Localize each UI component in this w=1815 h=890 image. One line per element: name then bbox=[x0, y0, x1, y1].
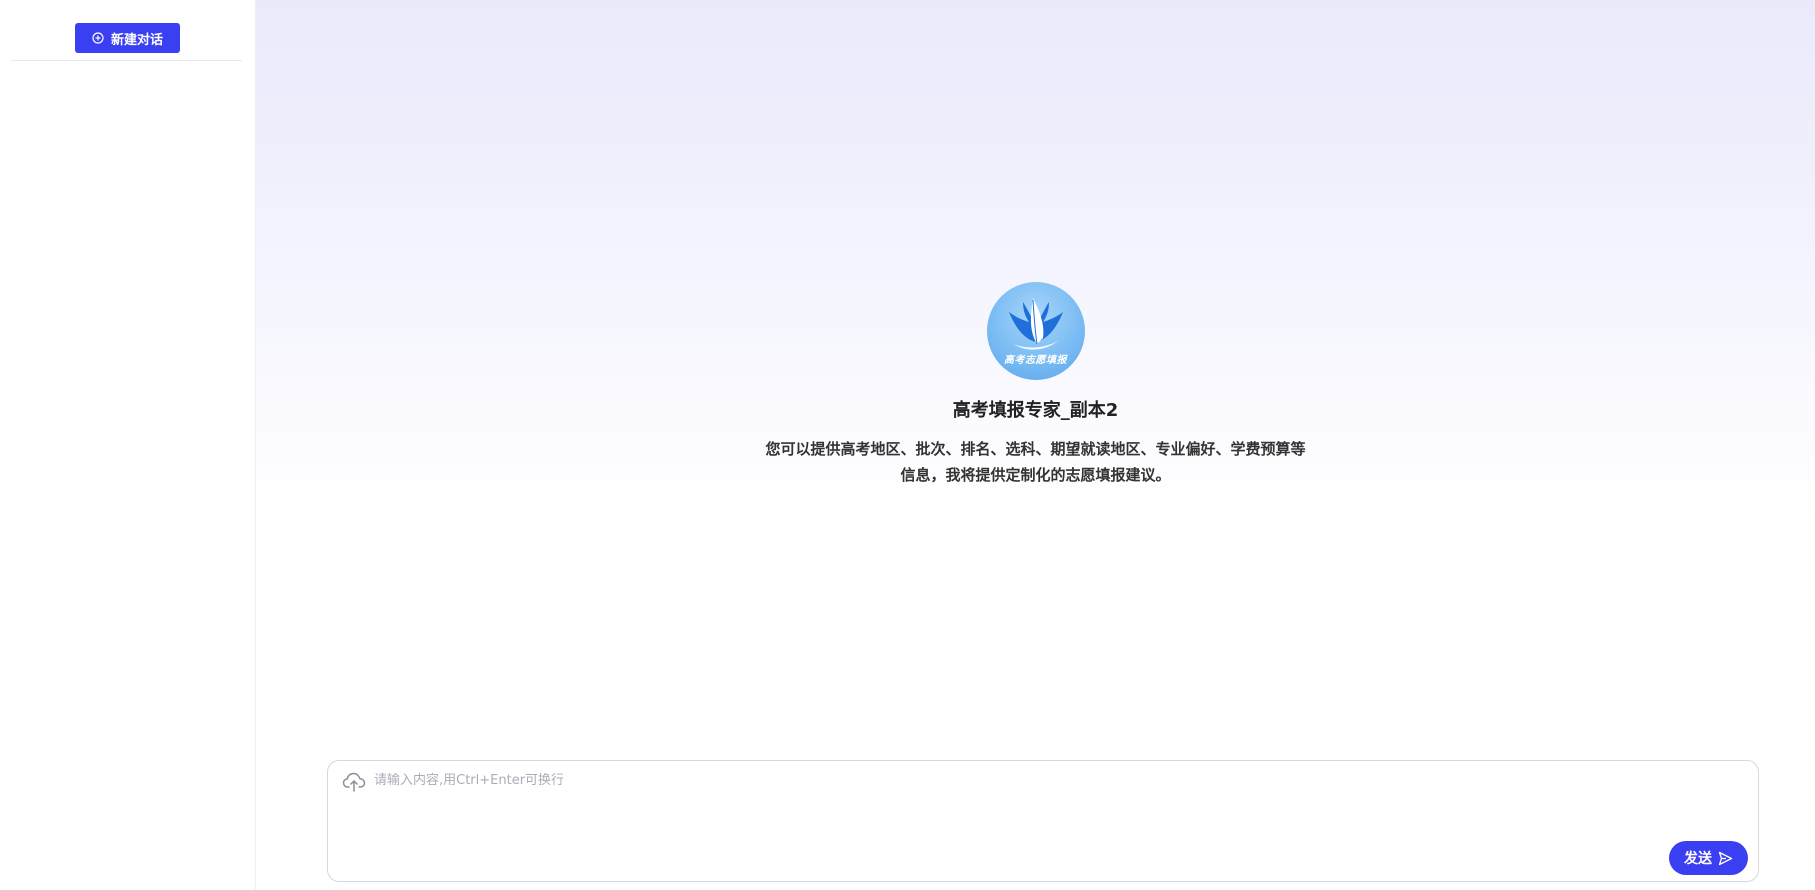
app-root: 新建对话 高考志愿填报 高考填报专家_副本2 您可以提供高考地区、批次、排名、选… bbox=[0, 0, 1815, 890]
new-chat-label: 新建对话 bbox=[110, 31, 163, 47]
send-button[interactable]: 发送 bbox=[1669, 841, 1748, 875]
agent-description: 您可以提供高考地区、批次、排名、选科、期望就读地区、专业偏好、学费预算等信息，我… bbox=[765, 440, 1306, 484]
cloud-upload-icon[interactable] bbox=[342, 771, 366, 793]
message-composer: 发送 bbox=[327, 760, 1759, 882]
agent-logo: 高考志愿填报 bbox=[986, 282, 1085, 380]
send-arrow-icon bbox=[1718, 851, 1733, 866]
logo-text: 高考志愿填报 bbox=[1004, 355, 1067, 366]
send-label: 发送 bbox=[1684, 850, 1712, 866]
message-input[interactable] bbox=[374, 769, 1674, 832]
chat-main: 高考志愿填报 高考填报专家_副本2 您可以提供高考地区、批次、排名、选科、期望就… bbox=[256, 0, 1815, 890]
new-chat-button[interactable]: 新建对话 bbox=[75, 23, 180, 53]
sidebar-divider bbox=[11, 60, 242, 61]
agent-title: 高考填报专家_副本2 bbox=[952, 400, 1119, 421]
plus-circle-icon bbox=[92, 32, 104, 44]
sidebar: 新建对话 bbox=[0, 0, 256, 890]
agent-intro: 高考志愿填报 高考填报专家_副本2 您可以提供高考地区、批次、排名、选科、期望就… bbox=[256, 282, 1815, 488]
